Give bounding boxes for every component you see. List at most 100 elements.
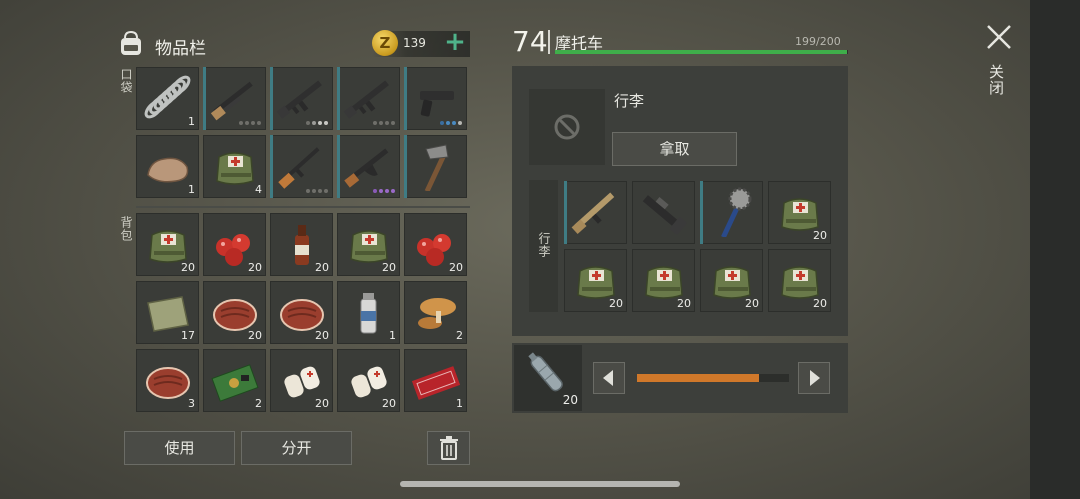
hatchet-icon <box>424 144 449 191</box>
coin-icon: Z <box>372 30 398 56</box>
inventory-slot[interactable] <box>337 135 400 198</box>
item-count: 4 <box>255 183 262 196</box>
arrow-left-icon <box>603 370 613 386</box>
quality-dot <box>257 121 261 125</box>
item-count: 20 <box>315 261 329 274</box>
section-divider <box>136 206 470 208</box>
inventory-slot[interactable]: 20 <box>768 249 831 312</box>
inventory-slot[interactable]: 20 <box>270 213 333 276</box>
inventory-slot[interactable] <box>700 181 763 244</box>
quality-dot <box>306 121 310 125</box>
quality-dots <box>239 121 261 125</box>
arrow-right-icon <box>810 370 820 386</box>
inventory-slot[interactable]: 20 <box>700 249 763 312</box>
use-button[interactable]: 使用 <box>124 431 235 465</box>
inventory-slot[interactable] <box>404 67 467 130</box>
quality-dot <box>458 121 462 125</box>
inventory-slot[interactable]: 20 <box>564 249 627 312</box>
item-count: 20 <box>181 261 195 274</box>
inventory-slot[interactable]: 20 <box>203 281 266 344</box>
inventory-slot[interactable]: 1 <box>337 281 400 344</box>
quality-dot <box>312 121 316 125</box>
saw-mace-icon <box>721 187 752 237</box>
spring-icon <box>144 75 191 119</box>
fuel-slot[interactable]: 20 <box>514 345 582 411</box>
inventory-slot[interactable]: 20 <box>270 349 333 412</box>
ak-rifle-icon <box>344 148 389 188</box>
pocket-grid: 1 1 4 <box>136 67 467 198</box>
quality-dot <box>324 121 328 125</box>
medkit-bag-icon <box>216 152 254 185</box>
quality-dots <box>306 189 328 193</box>
backpack-grid: 20 20 20 20 20 17 20 20 1 2 3 2 20 20 1 <box>136 213 467 412</box>
close-label[interactable]: 关闭 <box>986 64 1007 96</box>
quality-dot <box>391 121 395 125</box>
inventory-slot[interactable]: 20 <box>136 213 199 276</box>
item-count: 20 <box>609 297 623 310</box>
inventory-slot[interactable] <box>404 135 467 198</box>
inventory-slot[interactable] <box>632 181 695 244</box>
delete-button[interactable] <box>427 431 470 465</box>
inventory-slot[interactable] <box>203 67 266 130</box>
inventory-slot[interactable]: 2 <box>404 281 467 344</box>
item-count: 2 <box>456 329 463 342</box>
luggage-label: 行李 <box>537 232 551 258</box>
header-separator <box>548 30 550 54</box>
inventory-slot[interactable] <box>337 67 400 130</box>
quality-dots <box>440 121 462 125</box>
inventory-slot[interactable]: 20 <box>337 349 400 412</box>
item-count: 1 <box>188 183 195 196</box>
item-count: 20 <box>813 229 827 242</box>
inventory-slot[interactable]: 4 <box>203 135 266 198</box>
add-currency-button[interactable]: + <box>444 29 466 55</box>
inventory-slot[interactable]: 2 <box>203 349 266 412</box>
quality-dot <box>373 121 377 125</box>
stone-icon <box>147 157 189 183</box>
inventory-slot[interactable] <box>564 181 627 244</box>
inventory-slot[interactable]: 20 <box>632 249 695 312</box>
circuit-board-icon <box>211 364 259 402</box>
inventory-slot[interactable]: 3 <box>136 349 199 412</box>
fuel-decrease-button[interactable] <box>593 362 625 394</box>
item-count: 1 <box>389 329 396 342</box>
quality-dot <box>391 189 395 193</box>
fuel-count: 20 <box>562 393 578 407</box>
trash-icon <box>439 436 458 460</box>
quality-dot <box>245 121 249 125</box>
item-count: 20 <box>315 397 329 410</box>
inventory-slot[interactable] <box>270 67 333 130</box>
item-count: 20 <box>677 297 691 310</box>
item-count: 17 <box>181 329 195 342</box>
quality-dots <box>306 121 328 125</box>
close-icon[interactable] <box>984 22 1014 52</box>
inventory-title: 物品栏 <box>155 39 206 59</box>
inventory-slot[interactable] <box>270 135 333 198</box>
split-button[interactable]: 分开 <box>241 431 352 465</box>
assault-rifle-icon <box>343 80 389 119</box>
take-button[interactable]: 拿取 <box>612 132 737 166</box>
inventory-slot[interactable]: 20 <box>203 213 266 276</box>
home-indicator[interactable] <box>400 481 680 487</box>
quality-dots <box>373 189 395 193</box>
item-count: 20 <box>382 397 396 410</box>
blunderbuss-icon <box>642 195 687 235</box>
inventory-slot[interactable]: 1 <box>404 349 467 412</box>
inventory-slot[interactable]: 20 <box>404 213 467 276</box>
durability-bar-fill <box>555 50 847 54</box>
quality-dot <box>385 189 389 193</box>
empty-slot <box>529 89 605 165</box>
quality-dot <box>373 189 377 193</box>
shotgun-icon <box>210 81 253 121</box>
backpack-label: 背包 <box>119 216 133 242</box>
inventory-slot[interactable]: 20 <box>768 181 831 244</box>
quality-dot <box>452 121 456 125</box>
inventory-slot[interactable]: 17 <box>136 281 199 344</box>
vehicle-durability: 199/200 <box>795 35 841 48</box>
inventory-slot[interactable]: 1 <box>136 67 199 130</box>
inventory-slot[interactable]: 1 <box>136 135 199 198</box>
quality-dot <box>251 121 255 125</box>
inventory-slot[interactable]: 20 <box>270 281 333 344</box>
fuel-increase-button[interactable] <box>798 362 830 394</box>
inventory-slot[interactable]: 20 <box>337 213 400 276</box>
quality-dot <box>318 189 322 193</box>
